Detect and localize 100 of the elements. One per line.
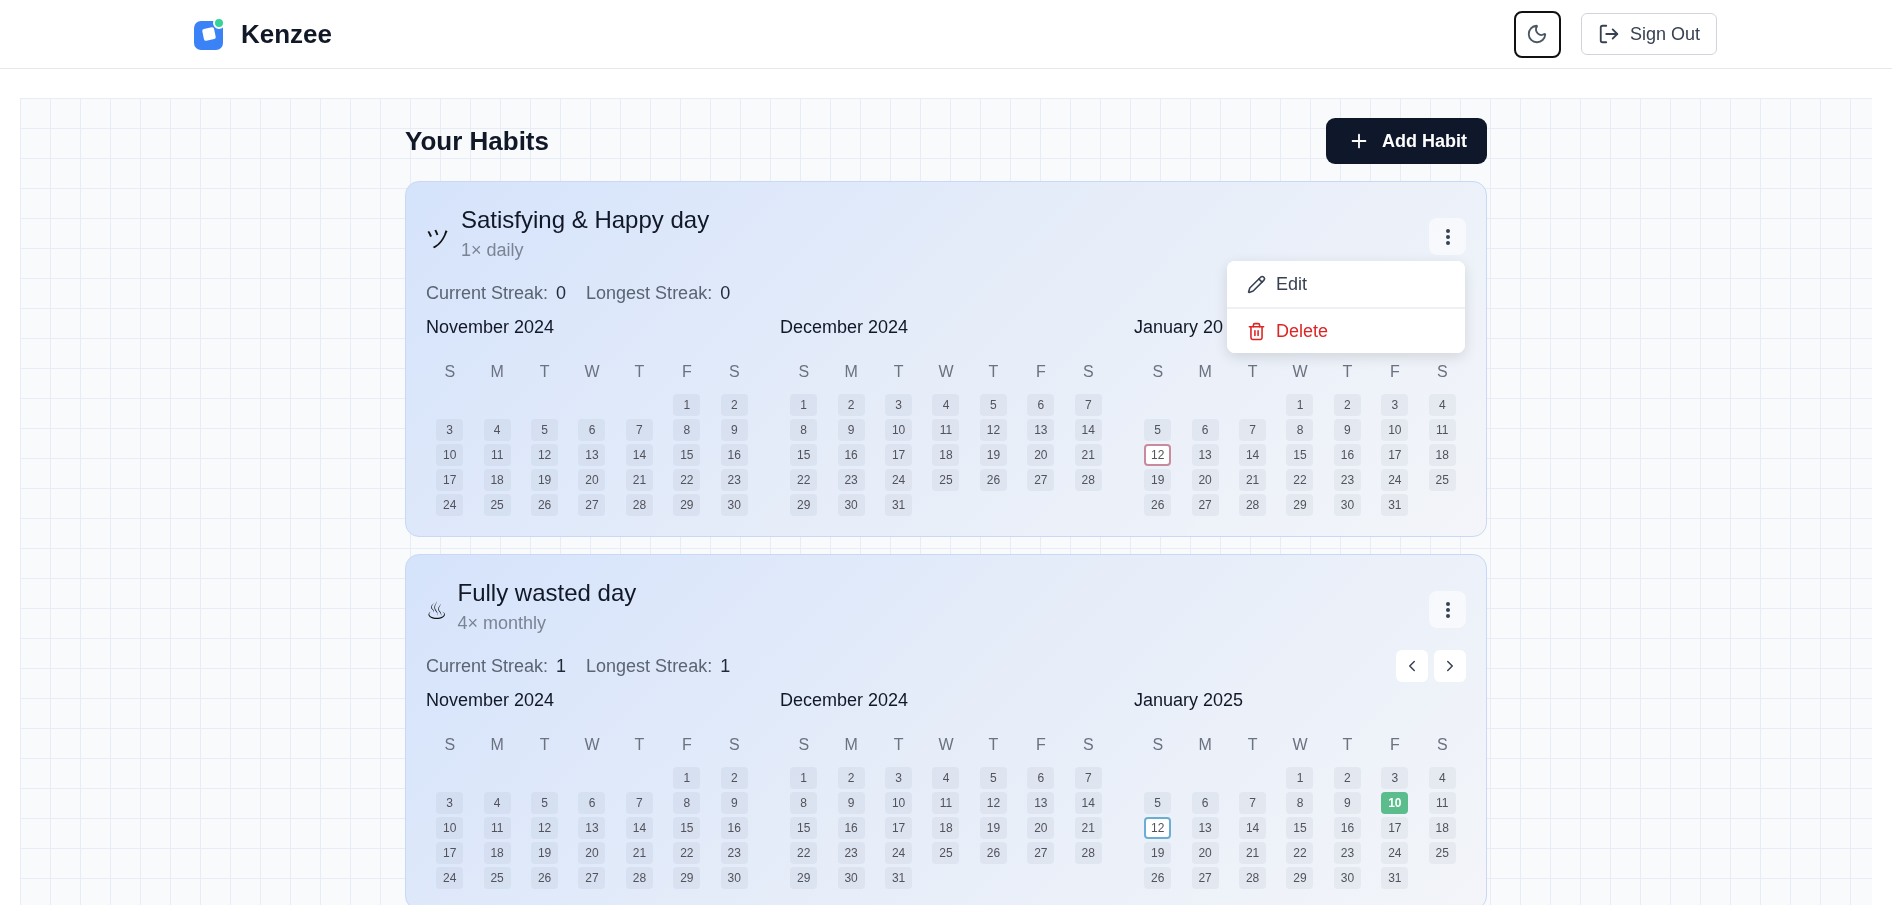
calendar-day[interactable]: 25	[483, 867, 511, 889]
calendar-day[interactable]: 23	[1333, 842, 1361, 864]
calendar-day[interactable]: 9	[720, 792, 748, 814]
calendar-day[interactable]: 19	[979, 444, 1007, 466]
calendar-day[interactable]: 20	[1191, 842, 1219, 864]
calendar-day[interactable]: 11	[483, 444, 511, 466]
calendar-day[interactable]: 7	[1239, 792, 1267, 814]
theme-toggle-button[interactable]	[1513, 10, 1561, 58]
calendar-day[interactable]: 23	[1333, 469, 1361, 491]
calendar-day[interactable]: 2	[1333, 394, 1361, 416]
calendar-day[interactable]: 15	[673, 444, 701, 466]
calendar-day[interactable]: 1	[1286, 394, 1314, 416]
calendar-day[interactable]: 16	[1333, 444, 1361, 466]
calendar-day[interactable]: 30	[837, 494, 865, 516]
calendar-day[interactable]: 22	[673, 842, 701, 864]
calendar-day[interactable]: 30	[1333, 867, 1361, 889]
calendar-day[interactable]: 15	[790, 817, 818, 839]
calendar-day[interactable]: 8	[790, 419, 818, 441]
calendar-day[interactable]: 26	[531, 867, 559, 889]
calendar-day[interactable]: 8	[673, 419, 701, 441]
calendar-day[interactable]: 5	[1144, 792, 1172, 814]
calendar-day[interactable]: 2	[837, 767, 865, 789]
calendar-day[interactable]: 18	[483, 469, 511, 491]
calendar-day[interactable]: 31	[885, 867, 913, 889]
calendar-day[interactable]: 3	[885, 394, 913, 416]
calendar-day[interactable]: 30	[1333, 494, 1361, 516]
calendar-day[interactable]: 27	[1027, 842, 1055, 864]
calendar-day[interactable]: 3	[1381, 767, 1409, 789]
calendar-day[interactable]: 17	[1381, 817, 1409, 839]
calendar-day[interactable]: 8	[1286, 419, 1314, 441]
calendar-day[interactable]: 21	[1239, 842, 1267, 864]
calendar-day[interactable]: 13	[578, 817, 606, 839]
calendar-day[interactable]: 16	[720, 444, 748, 466]
calendar-day[interactable]: 26	[531, 494, 559, 516]
calendar-day[interactable]: 19	[531, 469, 559, 491]
calendar-day[interactable]: 20	[1027, 817, 1055, 839]
calendar-day[interactable]: 11	[932, 419, 960, 441]
calendar-day[interactable]: 5	[979, 394, 1007, 416]
calendar-day[interactable]: 20	[1191, 469, 1219, 491]
calendar-day[interactable]: 9	[837, 792, 865, 814]
calendar-day[interactable]: 1	[790, 767, 818, 789]
calendar-day[interactable]: 24	[436, 867, 464, 889]
menu-item[interactable]: Delete	[1227, 307, 1465, 353]
calendar-day[interactable]: 21	[625, 842, 653, 864]
calendar-day[interactable]: 15	[790, 444, 818, 466]
calendar-day[interactable]: 22	[790, 842, 818, 864]
calendar-day[interactable]: 22	[1286, 842, 1314, 864]
calendar-day[interactable]: 24	[885, 842, 913, 864]
calendar-day[interactable]: 14	[1074, 419, 1102, 441]
calendar-day[interactable]: 27	[1191, 494, 1219, 516]
calendar-day[interactable]: 14	[625, 817, 653, 839]
calendar-day[interactable]: 25	[1428, 842, 1456, 864]
calendar-day[interactable]: 28	[1074, 842, 1102, 864]
calendar-day[interactable]: 6	[578, 792, 606, 814]
sign-out-button[interactable]: Sign Out	[1580, 13, 1717, 55]
calendar-day[interactable]: 12	[531, 444, 559, 466]
calendar-day[interactable]: 10	[885, 419, 913, 441]
calendar-day[interactable]: 26	[979, 469, 1007, 491]
calendar-day[interactable]: 24	[885, 469, 913, 491]
calendar-day[interactable]: 5	[1144, 419, 1172, 441]
calendar-day[interactable]: 24	[436, 494, 464, 516]
calendar-day[interactable]: 18	[1428, 817, 1456, 839]
calendar-day[interactable]: 25	[483, 494, 511, 516]
calendar-day[interactable]: 19	[531, 842, 559, 864]
calendar-day[interactable]: 2	[720, 767, 748, 789]
calendar-day[interactable]: 11	[483, 817, 511, 839]
calendar-day[interactable]: 28	[625, 494, 653, 516]
calendar-day[interactable]: 18	[932, 817, 960, 839]
calendar-day[interactable]: 19	[1144, 469, 1172, 491]
calendar-day[interactable]: 11	[1428, 419, 1456, 441]
calendar-day[interactable]: 31	[1381, 494, 1409, 516]
calendar-day[interactable]: 5	[531, 419, 559, 441]
calendar-day[interactable]: 14	[1239, 444, 1267, 466]
calendar-day[interactable]: 1	[1286, 767, 1314, 789]
calendar-day[interactable]: 8	[673, 792, 701, 814]
calendar-day[interactable]: 12	[1144, 817, 1172, 839]
calendar-day[interactable]: 14	[625, 444, 653, 466]
calendar-day[interactable]: 29	[1286, 494, 1314, 516]
calendar-day[interactable]: 25	[932, 469, 960, 491]
calendar-day[interactable]: 14	[1239, 817, 1267, 839]
calendar-day[interactable]: 21	[1074, 444, 1102, 466]
calendar-day[interactable]: 17	[436, 469, 464, 491]
calendar-day[interactable]: 27	[578, 494, 606, 516]
calendar-day[interactable]: 12	[979, 419, 1007, 441]
calendar-day[interactable]: 13	[578, 444, 606, 466]
calendar-day[interactable]: 7	[625, 792, 653, 814]
calendar-day[interactable]: 13	[1027, 419, 1055, 441]
calendar-day[interactable]: 13	[1191, 444, 1219, 466]
calendar-day[interactable]: 15	[1286, 444, 1314, 466]
calendar-day[interactable]: 30	[720, 494, 748, 516]
calendar-day[interactable]: 27	[1027, 469, 1055, 491]
calendar-day[interactable]: 30	[720, 867, 748, 889]
calendar-day[interactable]: 7	[1239, 419, 1267, 441]
calendar-day[interactable]: 17	[885, 817, 913, 839]
calendar-day[interactable]: 24	[1381, 469, 1409, 491]
calendar-day[interactable]: 11	[1428, 792, 1456, 814]
calendar-day[interactable]: 22	[1286, 469, 1314, 491]
calendar-day[interactable]: 13	[1027, 792, 1055, 814]
calendar-day[interactable]: 30	[837, 867, 865, 889]
calendar-day[interactable]: 2	[720, 394, 748, 416]
